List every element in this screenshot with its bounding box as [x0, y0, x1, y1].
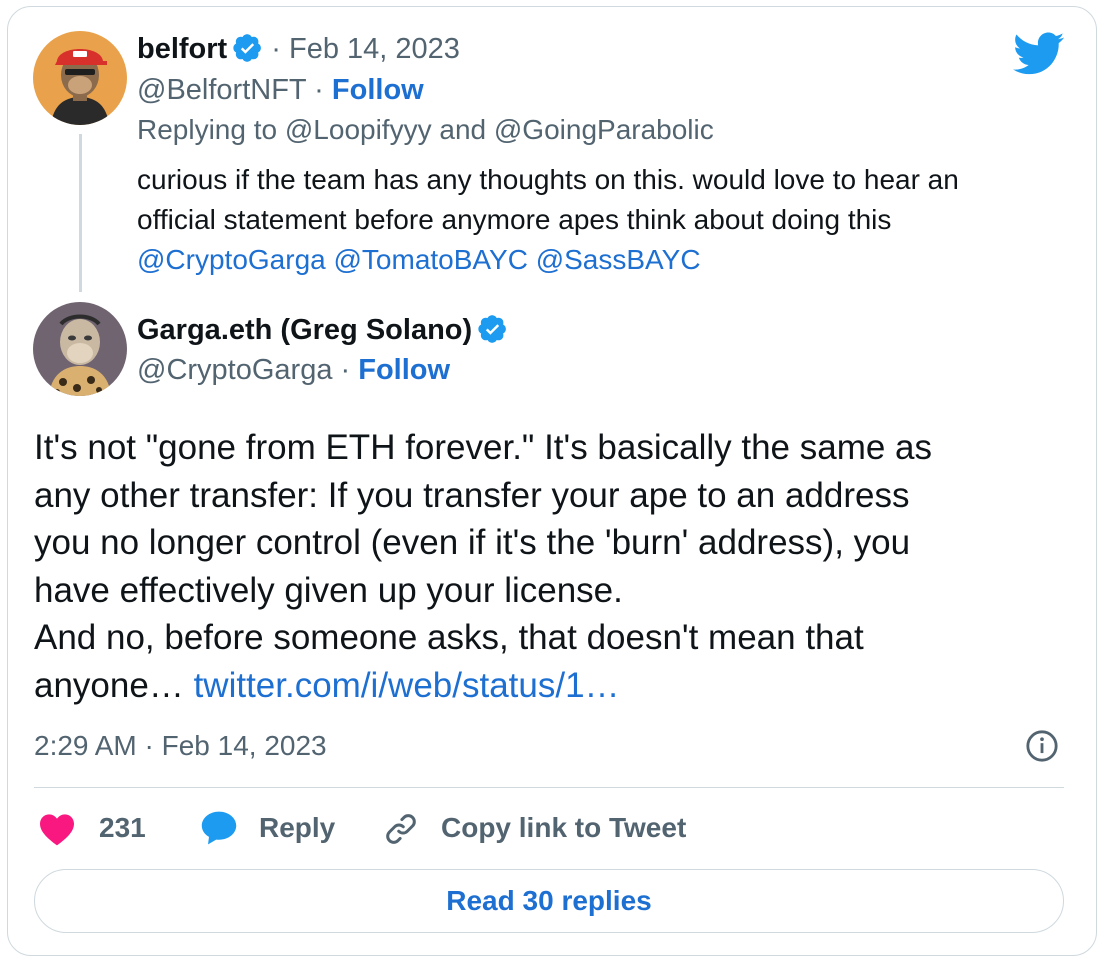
- main-text-line: any other transfer: If you transfer your…: [34, 475, 910, 515]
- replying-user-link[interactable]: @Loopifyyy: [285, 114, 432, 145]
- follow-belfort-button[interactable]: Follow: [332, 74, 424, 106]
- read-replies-button[interactable]: Read 30 replies: [34, 869, 1064, 933]
- main-author-row: Garga.eth (Greg Solano): [137, 313, 508, 347]
- mention-link[interactable]: @SassBAYC: [536, 244, 701, 275]
- mention-link[interactable]: @CryptoGarga: [137, 244, 326, 275]
- mention-link[interactable]: @TomatoBAYC: [334, 244, 528, 275]
- tweet-timestamp[interactable]: 2:29 AM · Feb 14, 2023: [34, 728, 327, 764]
- verified-badge-icon: [478, 315, 507, 343]
- reply-handle[interactable]: @BelfortNFT: [137, 74, 306, 106]
- reply-text-line: official statement before anymore apes t…: [137, 204, 892, 235]
- reply-bubble-icon: [201, 811, 237, 845]
- main-text-line: have effectively given up your license.: [34, 570, 623, 610]
- reply-button[interactable]: Reply: [200, 808, 340, 848]
- actions-divider: [34, 787, 1064, 788]
- garga-avatar[interactable]: [33, 302, 127, 396]
- main-tweet-text: It's not "gone from ETH forever." It's b…: [34, 424, 1074, 709]
- reply-label: Reply: [259, 812, 336, 843]
- like-count: 231: [99, 812, 146, 843]
- reply-author-name[interactable]: belfort: [137, 33, 227, 65]
- thread-connector-line: [79, 134, 82, 292]
- twitter-bird-icon[interactable]: [1013, 32, 1065, 76]
- belfort-avatar[interactable]: [33, 31, 127, 125]
- reply-date[interactable]: · Feb 14, 2023: [271, 33, 460, 65]
- separator-dot: ·: [340, 354, 351, 386]
- main-text-line: anyone…: [34, 665, 184, 705]
- main-author-name[interactable]: Garga.eth (Greg Solano): [137, 314, 472, 346]
- replying-and-label: and: [439, 114, 487, 145]
- reply-tweet-text: curious if the team has any thoughts on …: [137, 160, 1067, 280]
- main-handle-row: @CryptoGarga · Follow: [137, 353, 450, 387]
- replying-to-row: Replying to @Loopifyyy and @GoingParabol…: [137, 113, 714, 147]
- main-text-line: It's not "gone from ETH forever." It's b…: [34, 428, 933, 467]
- follow-garga-button[interactable]: Follow: [358, 354, 450, 386]
- reply-handle-row: @BelfortNFT · Follow: [137, 73, 424, 107]
- reply-author-row: belfort · Feb 14, 2023: [137, 32, 460, 66]
- like-button[interactable]: 231: [38, 808, 158, 848]
- separator-dot: ·: [314, 74, 324, 106]
- replying-to-label: Replying to: [137, 114, 278, 145]
- info-icon[interactable]: [1025, 729, 1059, 763]
- link-chain-icon: [386, 814, 416, 844]
- verified-badge-icon: [233, 34, 262, 62]
- reply-text-line: curious if the team has any thoughts on …: [137, 164, 959, 195]
- main-text-line: you no longer control (even if it's the …: [34, 523, 911, 562]
- copy-link-button[interactable]: Copy link to Tweet: [383, 808, 703, 848]
- replying-user-link[interactable]: @GoingParabolic: [494, 114, 714, 145]
- tweet-status-link[interactable]: twitter.com/i/web/status/1…: [194, 666, 620, 705]
- heart-icon: [40, 814, 74, 846]
- main-text-line: And no, before someone asks, that doesn'…: [34, 618, 864, 657]
- main-handle[interactable]: @CryptoGarga: [137, 354, 332, 386]
- copy-link-label: Copy link to Tweet: [441, 812, 687, 843]
